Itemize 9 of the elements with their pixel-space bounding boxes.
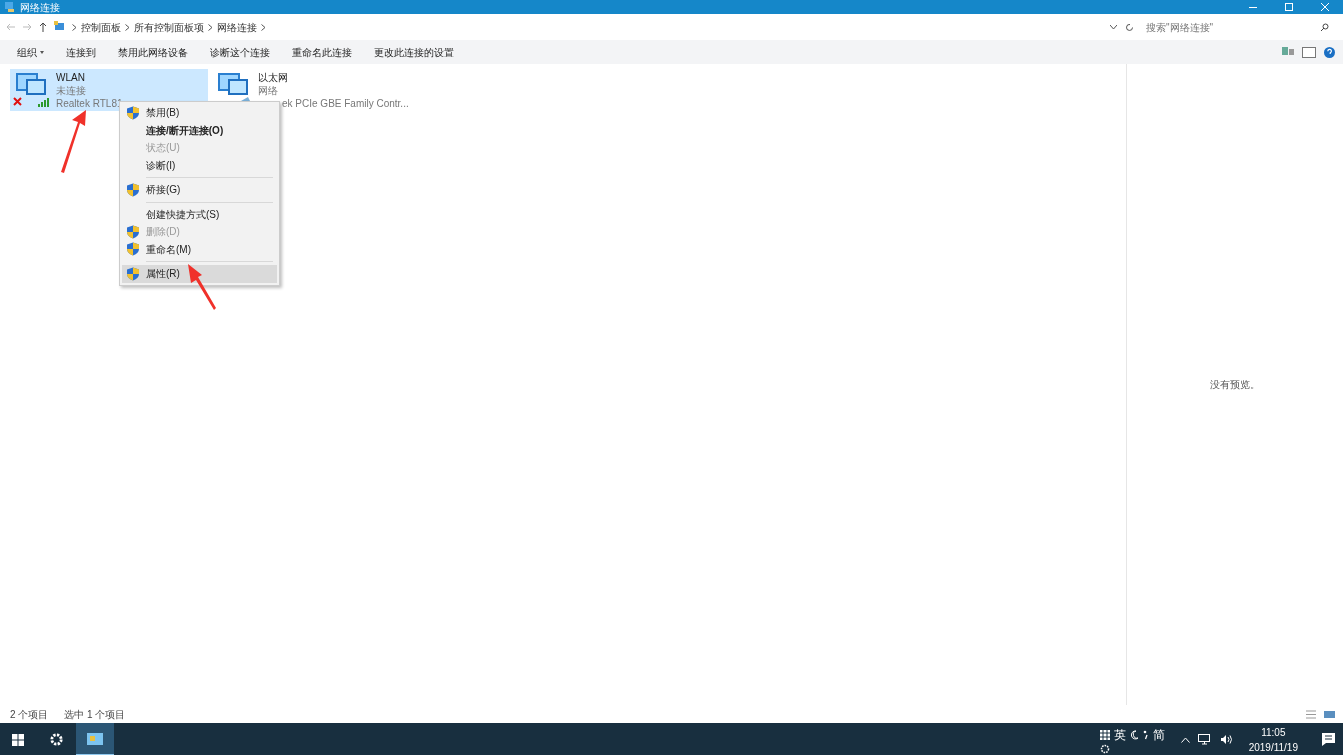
item-count: 2 个项目 bbox=[10, 707, 49, 722]
connection-status: 未连接 bbox=[56, 84, 87, 97]
window-title: 网络连接 bbox=[20, 0, 60, 15]
connection-status: 网络 bbox=[258, 84, 279, 97]
connection-name: 以太网 bbox=[258, 71, 289, 84]
adapter-name: ek PCIe GBE Family Contr... bbox=[282, 97, 409, 110]
preview-message: 没有预览。 bbox=[1210, 378, 1260, 392]
connection-name: WLAN bbox=[56, 71, 86, 84]
selection-count: 选中 1 个项目 bbox=[64, 707, 126, 722]
